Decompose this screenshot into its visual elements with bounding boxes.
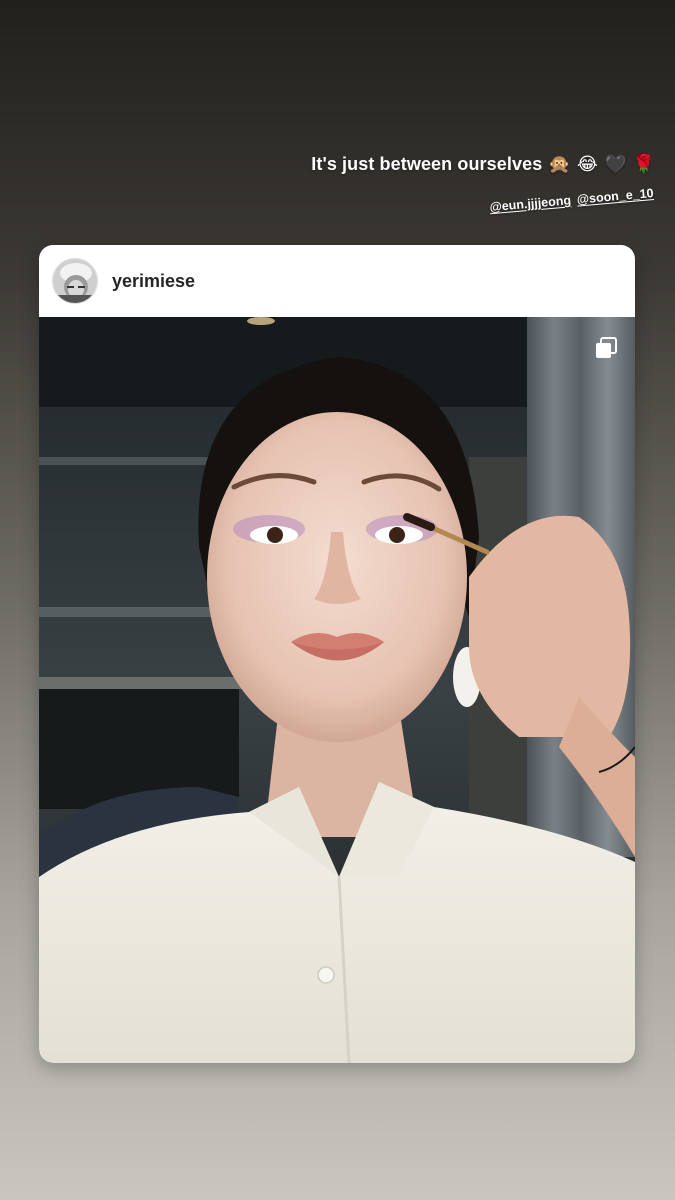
profile-avatar-icon <box>53 259 97 303</box>
shared-post-card[interactable]: yerimiese <box>39 245 635 1063</box>
laughing-emoji-icon: 😂 <box>576 153 598 175</box>
monkey-emoji-icon: 🙊 <box>548 153 571 175</box>
avatar[interactable] <box>52 258 98 304</box>
caption-text: It's just between ourselves <box>311 154 543 174</box>
post-header: yerimiese <box>39 245 635 317</box>
post-username[interactable]: yerimiese <box>112 271 195 292</box>
story-mentions: @eun.jjjjeong @soon_e_10 <box>489 186 654 214</box>
story-caption: It's just between ourselves 🙊 😂 🖤 🌹 <box>311 154 655 175</box>
mention-tag-2[interactable]: @soon_e_10 <box>576 186 654 207</box>
post-photo[interactable] <box>39 317 635 1063</box>
post-image <box>39 317 635 1063</box>
rose-emoji-icon: 🌹 <box>632 153 655 175</box>
mention-tag-1[interactable]: @eun.jjjjeong <box>489 193 572 214</box>
carousel-icon <box>596 337 617 358</box>
black-heart-emoji-icon: 🖤 <box>603 153 627 175</box>
